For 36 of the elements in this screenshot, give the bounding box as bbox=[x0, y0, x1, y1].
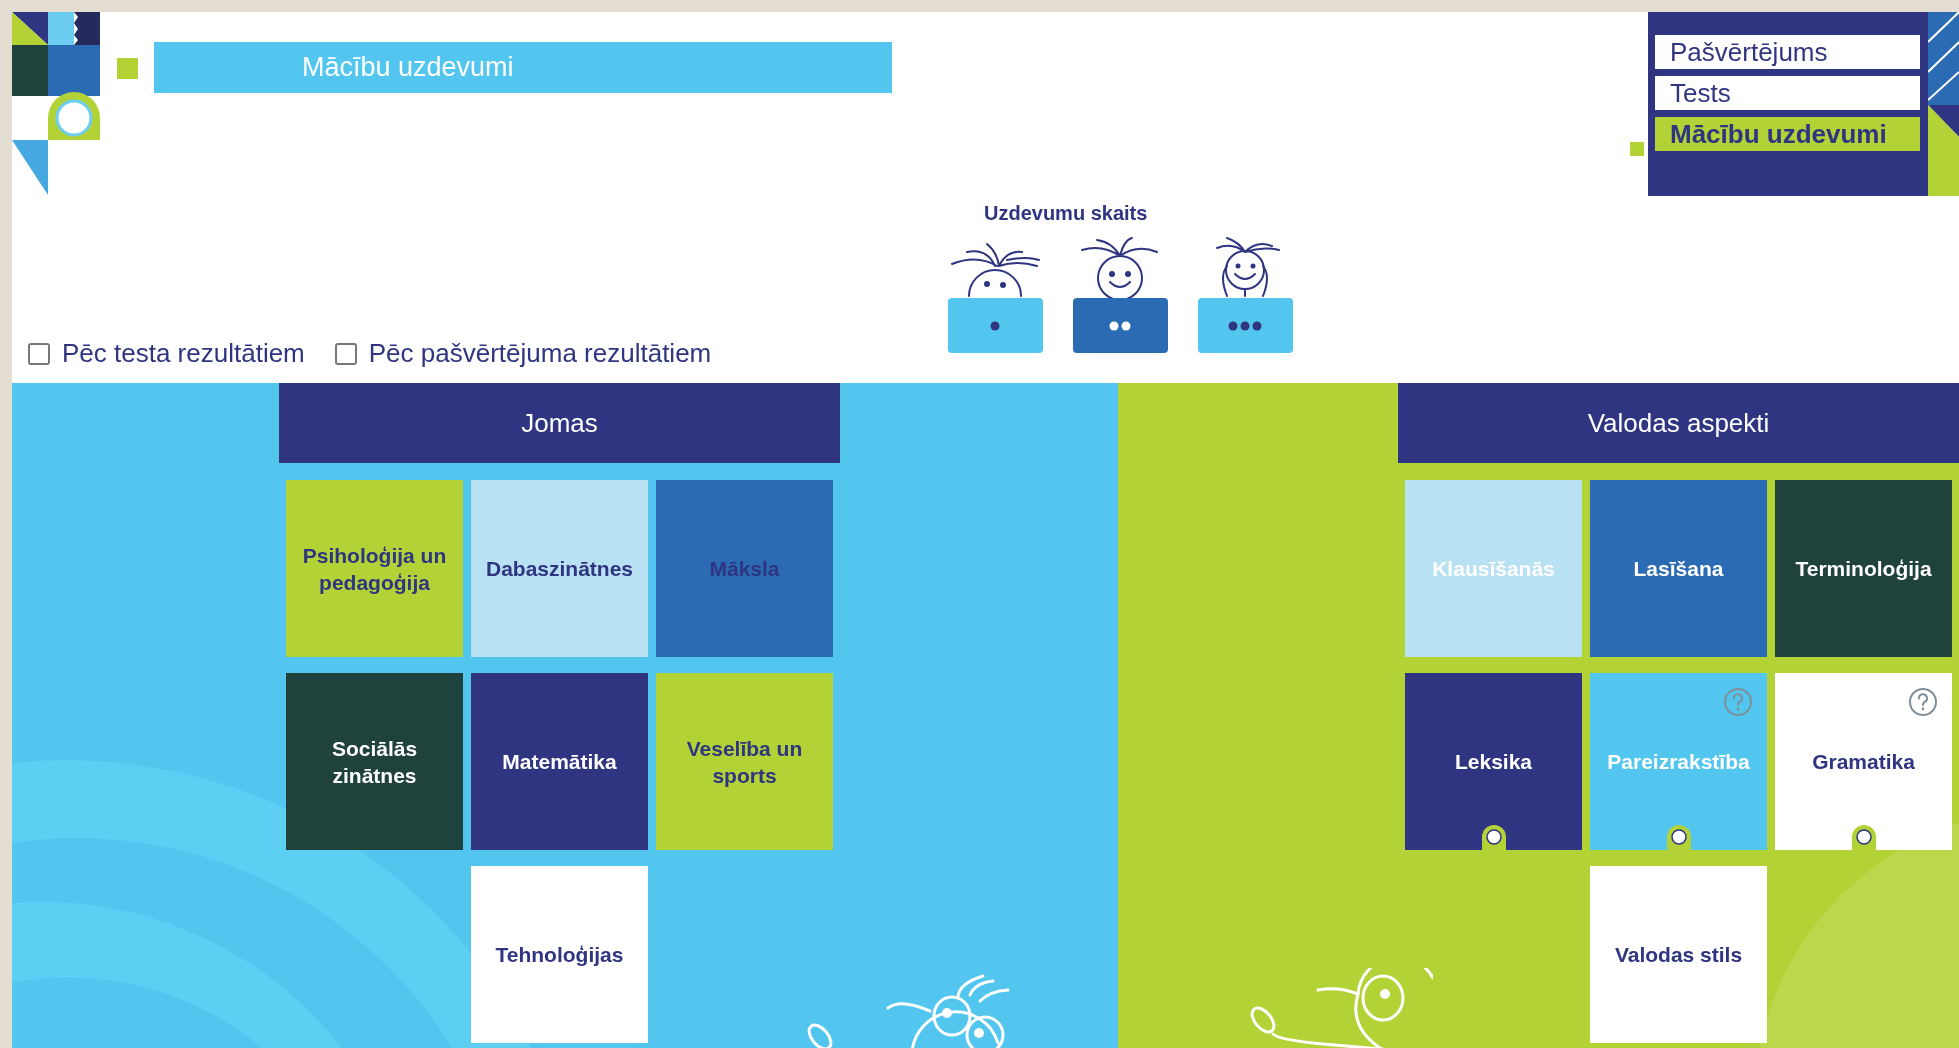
filter-checkbox[interactable]: Pēc testa rezultātiem bbox=[28, 334, 305, 373]
category-tile[interactable]: Dabaszinātnes bbox=[471, 480, 648, 657]
section-heading: Uzdevumu skaits bbox=[984, 201, 1148, 226]
pin-icon bbox=[1482, 825, 1506, 850]
section-header: Jomas bbox=[279, 383, 840, 463]
menu-item[interactable]: Mācību uzdevumi bbox=[1655, 117, 1920, 151]
menu-marker bbox=[1630, 142, 1644, 156]
category-tile[interactable]: Gramatika bbox=[1775, 673, 1952, 850]
help-icon bbox=[1723, 687, 1753, 717]
category-tile[interactable]: Matemātika bbox=[471, 673, 648, 850]
menu-item[interactable]: Pašvērtējums bbox=[1655, 35, 1920, 69]
dots-icon bbox=[1108, 320, 1132, 331]
category-tile[interactable]: Terminoloģija bbox=[1775, 480, 1952, 657]
checkbox-label: Pēc testa rezultātiem bbox=[62, 337, 305, 370]
dots-icon bbox=[1227, 320, 1263, 331]
dots-icon bbox=[989, 320, 1001, 331]
page-title: Mācību uzdevumi bbox=[153, 42, 892, 93]
task-count-option[interactable] bbox=[1072, 236, 1168, 353]
category-tile[interactable]: Sociālās zinātnes bbox=[286, 673, 463, 850]
category-tile[interactable]: Tehnoloģijas bbox=[471, 866, 648, 1043]
category-tile[interactable]: Lasīšana bbox=[1590, 480, 1767, 657]
pin-icon bbox=[1852, 825, 1876, 850]
category-tile[interactable]: Psiholoģija un pedagoģija bbox=[286, 480, 463, 657]
pin-icon bbox=[1667, 825, 1691, 850]
filter-checkbox[interactable]: Pēc pašvērtējuma rezultātiem bbox=[334, 334, 712, 373]
checkbox[interactable] bbox=[334, 342, 357, 365]
checkbox-label: Pēc pašvērtējuma rezultātiem bbox=[368, 337, 712, 370]
menu-item[interactable]: Tests bbox=[1655, 76, 1920, 110]
section-header: Valodas aspekti bbox=[1398, 383, 1959, 463]
checkbox[interactable] bbox=[28, 342, 50, 365]
category-tile[interactable]: Valodas stils bbox=[1590, 866, 1767, 1043]
accent-square bbox=[117, 58, 138, 79]
task-count-option[interactable] bbox=[1197, 236, 1293, 353]
help-icon bbox=[1908, 687, 1938, 717]
category-tile[interactable]: Leksika bbox=[1405, 673, 1582, 850]
category-tile[interactable]: Veselība un sports bbox=[656, 673, 833, 850]
